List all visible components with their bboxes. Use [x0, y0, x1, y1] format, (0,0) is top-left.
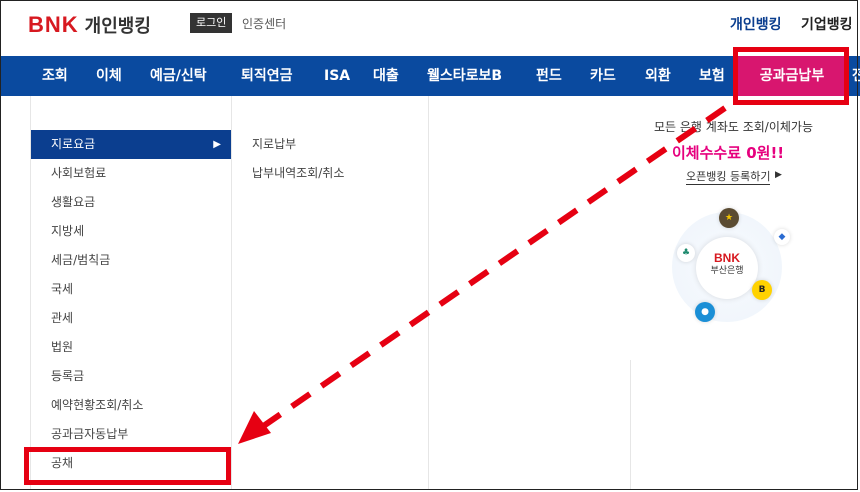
certificate-center-link[interactable]: 인증센터 — [242, 14, 286, 34]
promo-text-fee-free: 이체수수료 0원!! — [672, 144, 785, 162]
submenu-column: 지로납부 납부내역조회/취소 — [232, 96, 429, 490]
logo-brand: BNK — [28, 12, 79, 37]
sidebar-item-reservation-status[interactable]: 예약현황조회/취소 — [31, 391, 231, 420]
nav-item-isa[interactable]: ISA — [324, 56, 350, 96]
nav-item-overflow[interactable]: 전 — [852, 56, 860, 96]
sidebar-item-auto-payment[interactable]: 공과금자동납부 — [31, 420, 231, 449]
hana-bank-icon: ♣ — [677, 244, 695, 262]
nav-item-foreign-exchange[interactable]: 외환 — [645, 56, 671, 96]
nav-item-insurance[interactable]: 보험 — [699, 56, 725, 96]
sidebar-item-social-insurance[interactable]: 사회보험료 — [31, 159, 231, 188]
nav-item-transfer[interactable]: 이체 — [96, 56, 122, 96]
empty-column — [430, 360, 631, 490]
badge-bank-name: 부산은행 — [710, 266, 744, 276]
tab-personal-banking[interactable]: 개인뱅킹 — [730, 14, 782, 36]
kb-bank-icon: ★ — [719, 208, 739, 228]
nav-item-fund[interactable]: 펀드 — [536, 56, 562, 96]
chevron-right-icon: ▶ — [213, 139, 221, 150]
shinhan-bank-icon: ● — [695, 302, 715, 322]
bnk-logo[interactable]: BNK 개인뱅킹 — [28, 10, 151, 40]
bnk-busan-bank-badge: BNK 부산은행 — [696, 237, 758, 299]
login-button[interactable]: 로그인 — [190, 13, 233, 33]
nav-item-utility-payment[interactable]: 공과금납부 — [738, 56, 846, 96]
sidebar-item-living-fees[interactable]: 생활요금 — [31, 188, 231, 217]
sidebar-item-tuition[interactable]: 등록금 — [31, 362, 231, 391]
nav-item-deposit-trust[interactable]: 예금/신탁 — [150, 56, 207, 96]
sidebar-item-customs[interactable]: 관세 — [31, 304, 231, 333]
tab-corporate-banking[interactable]: 기업뱅킹 — [801, 14, 853, 36]
nav-item-loan[interactable]: 대출 — [373, 56, 399, 96]
submenu-item-payment-history[interactable]: 납부내역조회/취소 — [252, 163, 344, 183]
sidebar-menu: 지로요금 ▶ 사회보험료 생활요금 지방세 세금/범칙금 국세 관세 법원 등록… — [30, 96, 232, 490]
open-banking-register-link[interactable]: 오픈뱅킹 등록하기 — [686, 168, 771, 185]
nav-item-card[interactable]: 카드 — [590, 56, 616, 96]
sidebar-item-giro[interactable]: 지로요금 ▶ — [31, 130, 231, 159]
sidebar-item-national-tax[interactable]: 국세 — [31, 275, 231, 304]
logo-service-name: 개인뱅킹 — [84, 16, 151, 37]
sidebar-item-court[interactable]: 법원 — [31, 333, 231, 362]
badge-brand: BNK — [714, 251, 740, 265]
promo-text-open-banking: 모든 은행 계좌도 조회/이체가능 — [654, 120, 814, 134]
sidebar-item-tax-fines[interactable]: 세금/범칙금 — [31, 246, 231, 275]
sidebar-item-local-tax[interactable]: 지방세 — [31, 217, 231, 246]
nav-item-robo[interactable]: 웰스타로보B — [427, 56, 502, 96]
kakao-bank-icon: B — [752, 280, 772, 300]
arrow-right-icon: ▶ — [775, 170, 782, 180]
sidebar-item-label: 지로요금 — [51, 137, 96, 151]
header: BNK 개인뱅킹 로그인 인증센터 개인뱅킹 기업뱅킹 — [0, 0, 860, 56]
submenu-item-giro-payment[interactable]: 지로납부 — [252, 134, 296, 154]
sidebar-item-public-bond[interactable]: 공채 — [31, 449, 231, 478]
bank-logo-icon: ◆ — [774, 229, 790, 245]
nav-item-inquiry[interactable]: 조회 — [42, 56, 68, 96]
main-nav: 조회 이체 예금/신탁 퇴직연금 ISA 대출 웰스타로보B 펀드 카드 외환 … — [0, 56, 860, 96]
nav-item-pension[interactable]: 퇴직연금 — [241, 56, 293, 96]
